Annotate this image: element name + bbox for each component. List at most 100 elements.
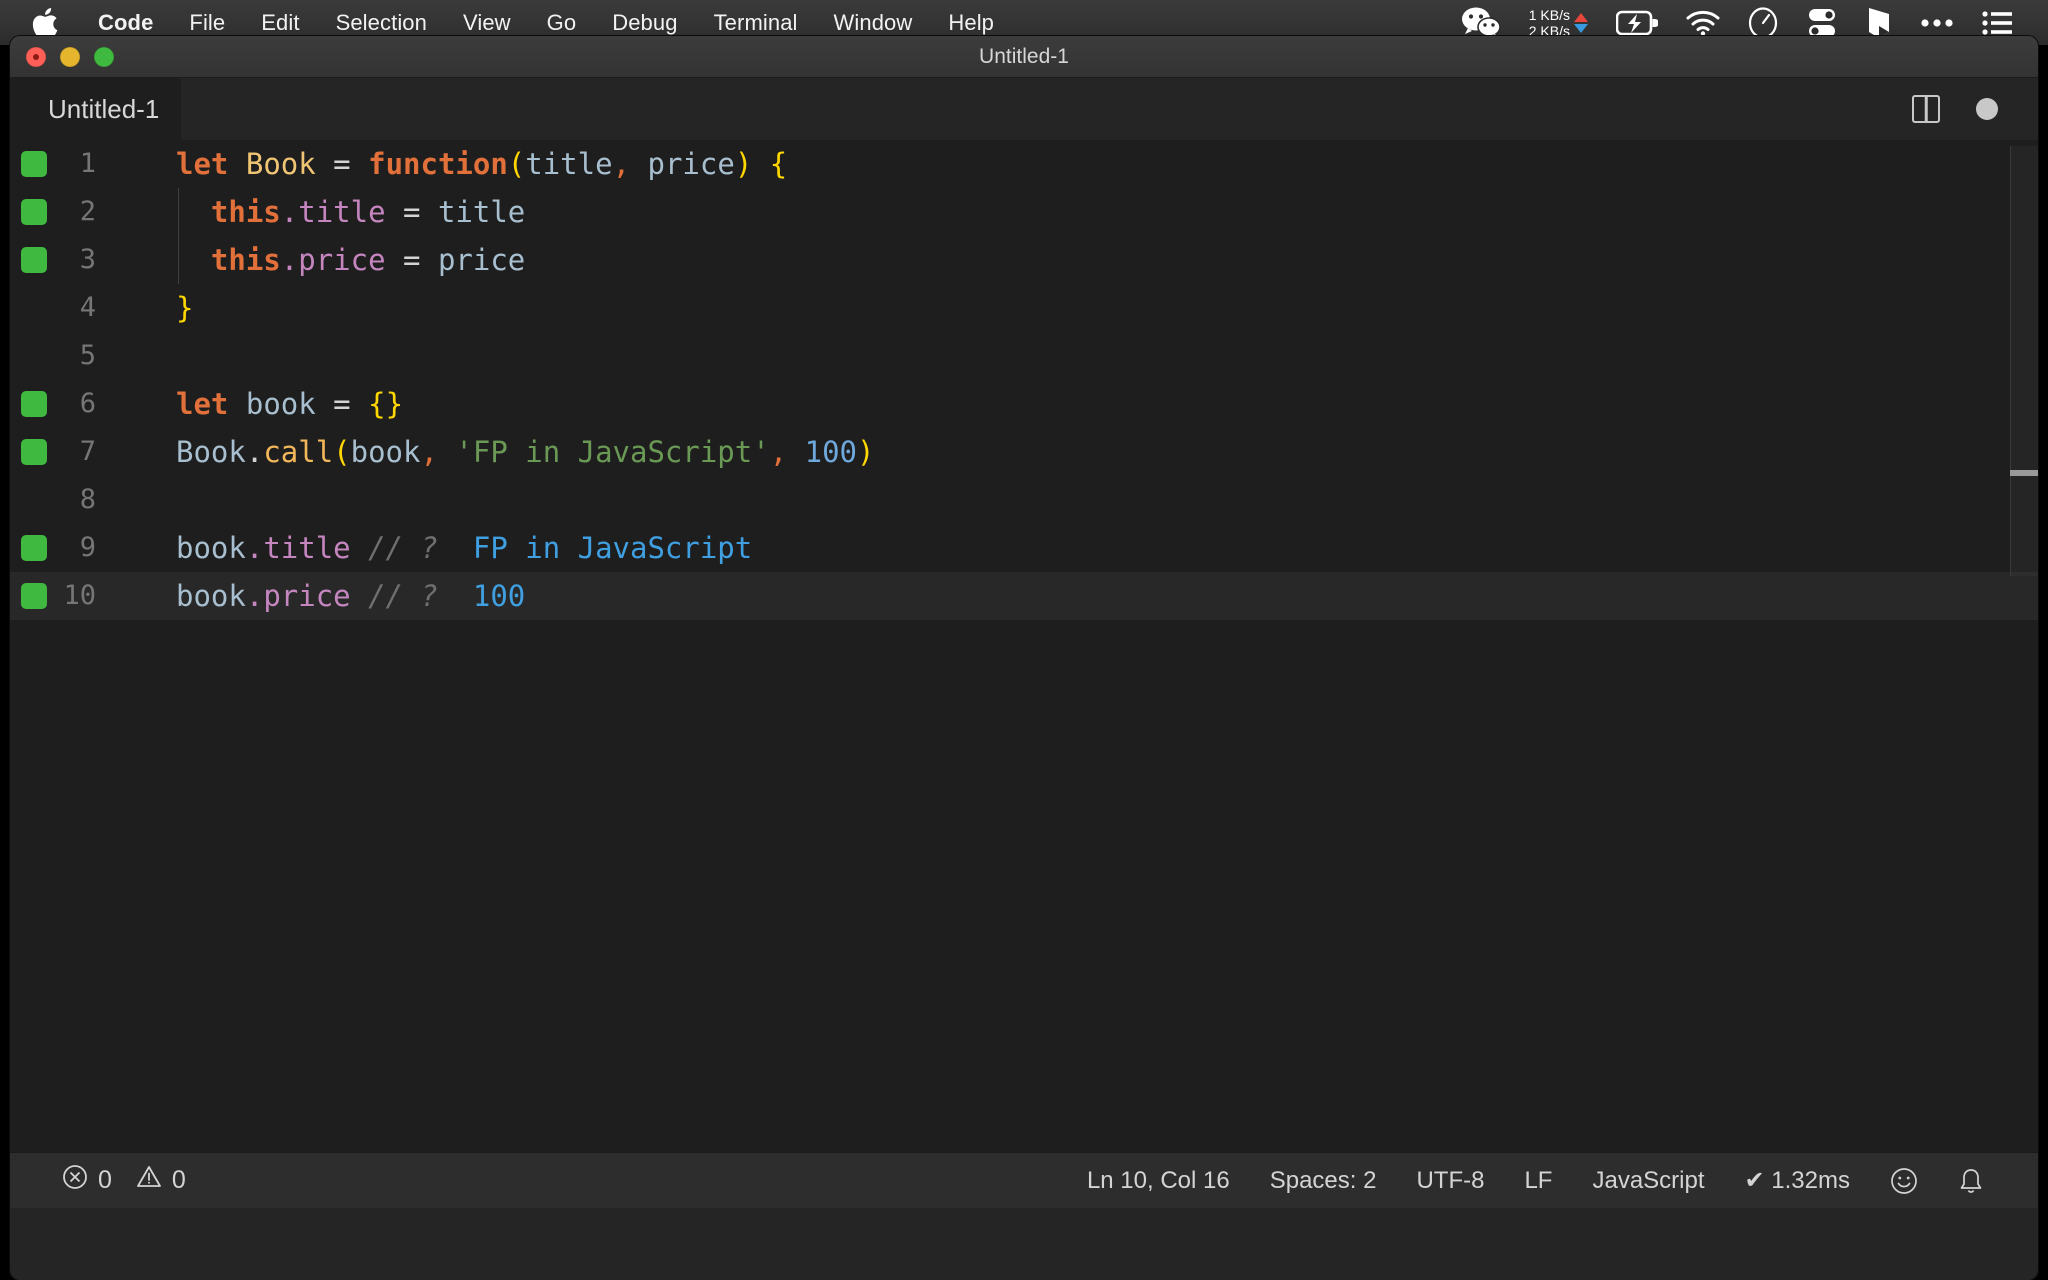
- code-line-6[interactable]: 6 let book = {}: [10, 380, 2038, 428]
- smiley-icon[interactable]: [1870, 1167, 1938, 1195]
- code-token: price: [298, 243, 386, 277]
- language-mode-status[interactable]: JavaScript: [1572, 1167, 1724, 1195]
- code-token: book: [176, 579, 246, 613]
- code-token: (: [333, 435, 351, 469]
- code-token: {: [769, 147, 788, 181]
- code-line-2[interactable]: 2 this.title = title: [10, 188, 2038, 236]
- split-editor-icon[interactable]: [1912, 95, 1940, 123]
- editor-tab-actions: [1912, 95, 2038, 123]
- code-text: let Book = function(title, price) {: [114, 140, 787, 188]
- code-token: ,: [769, 435, 788, 469]
- code-token: title: [298, 195, 386, 229]
- quokka-executed-marker: [21, 535, 47, 561]
- code-token: .: [245, 531, 264, 565]
- window-title-bar: Untitled-1: [10, 36, 2038, 78]
- problems-status[interactable]: 0 0: [42, 1164, 206, 1197]
- code-text: }: [114, 284, 193, 332]
- line-number: 4: [79, 292, 96, 323]
- line-number: 8: [79, 484, 96, 515]
- indentation-status[interactable]: Spaces: 2: [1250, 1167, 1397, 1195]
- code-line-10[interactable]: 10 book.price // ? 100: [10, 572, 2038, 620]
- quokka-runtime-status[interactable]: ✔ 1.32ms: [1725, 1166, 1870, 1195]
- code-line-3[interactable]: 3 this.price = price: [10, 236, 2038, 284]
- code-text: Book.call(book, 'FP in JavaScript', 100): [114, 428, 874, 476]
- line-number: 5: [79, 340, 96, 371]
- editor-vertical-scrollbar[interactable]: [2010, 140, 2038, 1152]
- code-token: Book: [245, 147, 316, 181]
- apple-logo-icon[interactable]: [0, 7, 80, 38]
- code-token: .: [280, 243, 299, 277]
- code-token: call: [263, 435, 334, 469]
- eol-status[interactable]: LF: [1504, 1167, 1572, 1195]
- code-token: ): [857, 435, 875, 469]
- code-token: title: [525, 147, 613, 181]
- code-line-4[interactable]: 4}: [10, 284, 2038, 332]
- download-arrow-icon: [1574, 23, 1588, 33]
- code-token: {}: [368, 387, 404, 421]
- status-bar: 0 0 Ln 10, Col 16 Spaces: 2 UTF-8 LF Jav…: [10, 1152, 2038, 1208]
- code-token: =: [403, 243, 421, 277]
- quokka-executed-marker: [21, 583, 47, 609]
- error-circle-icon: [62, 1164, 88, 1197]
- warning-triangle-icon: [136, 1164, 162, 1197]
- indent-guide: [178, 188, 179, 236]
- editor-tab-label: Untitled-1: [48, 93, 160, 124]
- code-line-8[interactable]: 8: [10, 476, 2038, 524]
- code-token: let: [176, 147, 229, 181]
- scrollbar-cursor-marker: [2010, 470, 2038, 476]
- code-line-7[interactable]: 7 Book.call(book, 'FP in JavaScript', 100…: [10, 428, 2038, 476]
- encoding-status[interactable]: UTF-8: [1396, 1167, 1504, 1195]
- error-count: 0: [98, 1166, 112, 1194]
- quokka-executed-marker: [21, 391, 47, 417]
- bell-icon[interactable]: [1938, 1167, 2004, 1195]
- code-token: ,: [420, 435, 438, 469]
- code-token: // ?: [368, 579, 438, 613]
- code-text: this.price = price: [114, 236, 525, 284]
- editor-tab-untitled-1[interactable]: Untitled-1: [10, 78, 182, 140]
- code-token: book: [245, 387, 316, 421]
- code-line-5[interactable]: 5: [10, 332, 2038, 380]
- code-line-1[interactable]: 1 let Book = function(title, price) {: [10, 140, 2038, 188]
- code-line-9[interactable]: 9 book.title // ? FP in JavaScript: [10, 524, 2038, 572]
- code-token: FP in JavaScript: [472, 531, 753, 565]
- unsaved-changes-dot[interactable]: [1976, 98, 1998, 120]
- code-token: let: [176, 387, 229, 421]
- quokka-executed-marker: [21, 247, 47, 273]
- code-token: price: [437, 243, 526, 277]
- code-token: price: [630, 147, 735, 181]
- code-token: =: [403, 195, 421, 229]
- code-token: }: [176, 291, 194, 325]
- code-token: (: [507, 147, 526, 181]
- window-title: Untitled-1: [979, 44, 1069, 68]
- code-token: ): [734, 147, 753, 181]
- code-token: price: [263, 579, 351, 613]
- cursor-position-status[interactable]: Ln 10, Col 16: [1067, 1167, 1250, 1195]
- code-text: this.title = title: [114, 188, 525, 236]
- code-token: .: [245, 579, 264, 613]
- code-token: .: [245, 435, 264, 469]
- code-token: .: [280, 195, 299, 229]
- code-text: book.price // ? 100: [114, 572, 525, 620]
- code-token: 'FP in JavaScript': [455, 435, 770, 469]
- code-token: 100: [472, 579, 526, 613]
- code-editor[interactable]: 1 let Book = function(title, price) {2 th…: [10, 140, 2038, 1152]
- scrollbar-thumb[interactable]: [2010, 146, 2038, 576]
- code-token: ,: [612, 147, 631, 181]
- code-token: title: [263, 531, 351, 565]
- code-token: book: [350, 435, 421, 469]
- code-token: // ?: [368, 531, 438, 565]
